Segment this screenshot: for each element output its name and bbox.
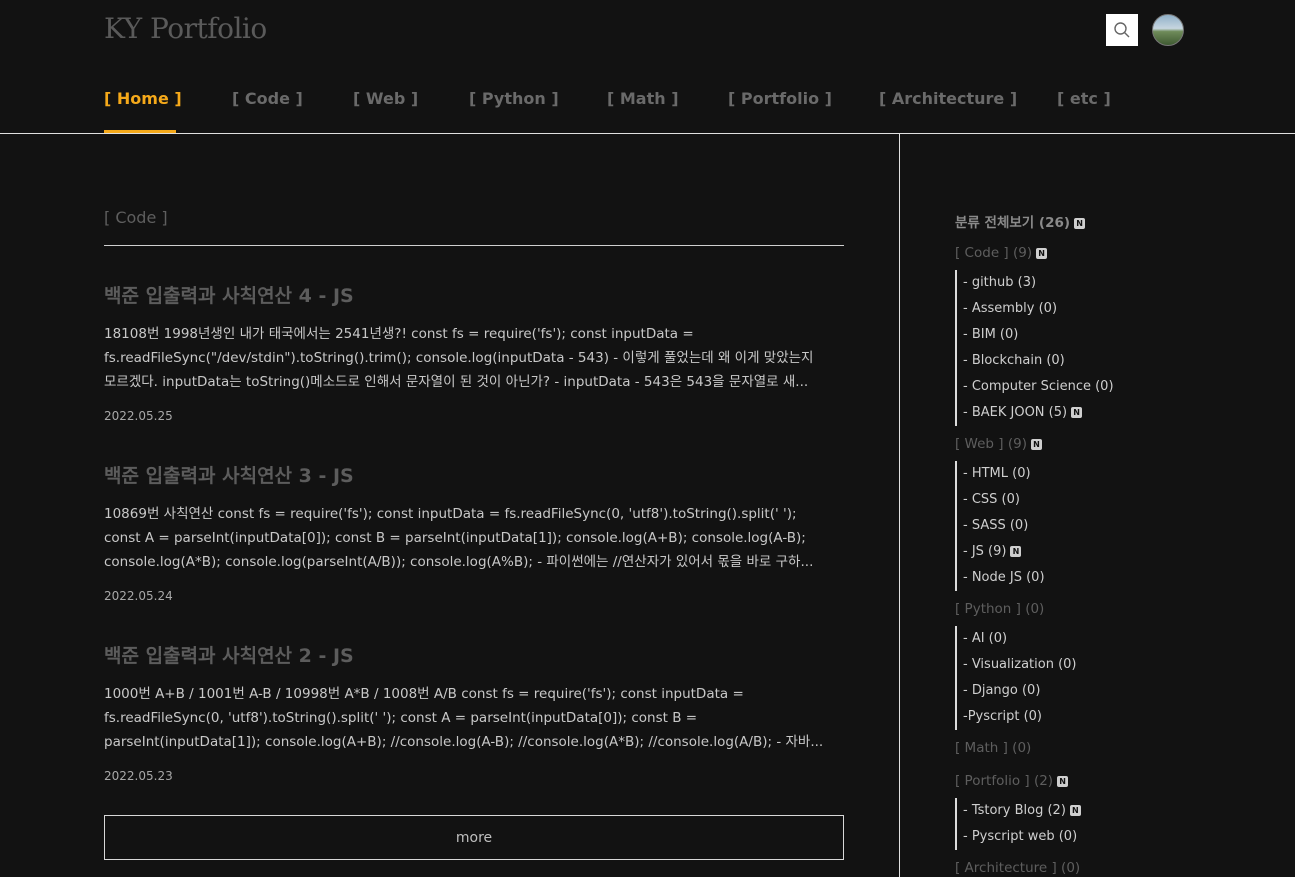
new-badge: N bbox=[1057, 775, 1069, 787]
subcategory-css[interactable]: - CSS (0) bbox=[963, 487, 1045, 513]
subcategory-assembly[interactable]: - Assembly (0) bbox=[963, 296, 1114, 322]
category-code[interactable]: [ Code ] (9) N bbox=[955, 245, 1048, 261]
subcategory-sass[interactable]: - SASS (0) bbox=[963, 513, 1045, 539]
main-nav: [ Home ] [ Code ] [ Web ] [ Python ] [ M… bbox=[0, 0, 1295, 134]
new-badge: N bbox=[1074, 217, 1086, 229]
category-label: [ Web ] (9) bbox=[955, 436, 1027, 452]
nav-math[interactable]: [ Math ] bbox=[607, 89, 679, 134]
new-badge: N bbox=[1069, 805, 1081, 816]
post-date: 2022.05.23 bbox=[104, 769, 173, 783]
post-item: 백준 입출력과 사칙연산 2 - JS 1000번 A+B / 1001번 A-… bbox=[104, 642, 824, 783]
subcategory-visualization[interactable]: - Visualization (0) bbox=[963, 652, 1076, 678]
nav-web[interactable]: [ Web ] bbox=[353, 89, 418, 134]
post-item: 백준 입출력과 사칙연산 4 - JS 18108번 1998년생인 내가 태국… bbox=[104, 282, 824, 423]
category-python[interactable]: [ Python ] (0) bbox=[955, 601, 1044, 617]
category-math[interactable]: [ Math ] (0) bbox=[955, 740, 1031, 756]
subcategory-tstory-blog[interactable]: - Tstory Blog (2) N bbox=[963, 798, 1081, 824]
new-badge: N bbox=[1036, 247, 1048, 259]
new-badge: N bbox=[1010, 546, 1022, 557]
post-title[interactable]: 백준 입출력과 사칙연산 4 - JS bbox=[104, 282, 824, 310]
post-item: 백준 입출력과 사칙연산 3 - JS 10869번 사칙연산 const fs… bbox=[104, 462, 824, 603]
subcategory-label: - Tstory Blog (2) bbox=[963, 803, 1066, 818]
category-label: [ Python ] (0) bbox=[955, 601, 1045, 617]
category-label: [ Architecture ] (0) bbox=[955, 860, 1081, 876]
category-label: [ Math ] (0) bbox=[955, 740, 1032, 756]
subcategory-bim[interactable]: - BIM (0) bbox=[963, 322, 1114, 348]
post-date: 2022.05.25 bbox=[104, 409, 173, 423]
post-title[interactable]: 백준 입출력과 사칙연산 3 - JS bbox=[104, 462, 824, 490]
section-divider bbox=[104, 245, 844, 246]
subcategory-github[interactable]: - github (3) bbox=[963, 270, 1114, 296]
nav-etc[interactable]: [ etc ] bbox=[1057, 89, 1111, 134]
subcategory-pyscript-web[interactable]: - Pyscript web (0) bbox=[963, 824, 1081, 850]
category-portfolio[interactable]: [ Portfolio ] (2) N bbox=[955, 773, 1069, 789]
post-excerpt[interactable]: 18108번 1998년생인 내가 태국에서는 2541년생?! const f… bbox=[104, 322, 824, 394]
subcategory-list: - HTML (0) - CSS (0) - SASS (0) - JS (9)… bbox=[955, 461, 1045, 591]
subcategory-pyscript[interactable]: -Pyscript (0) bbox=[963, 704, 1076, 730]
category-web[interactable]: [ Web ] (9) N bbox=[955, 436, 1042, 452]
new-badge: N bbox=[1030, 438, 1042, 450]
sidebar-divider bbox=[899, 134, 900, 877]
nav-python[interactable]: [ Python ] bbox=[469, 89, 559, 134]
nav-home[interactable]: [ Home ] bbox=[104, 89, 182, 134]
subcategory-list: - AI (0) - Visualization (0) - Django (0… bbox=[955, 626, 1076, 730]
category-all-label: 분류 전체보기 (26) bbox=[955, 215, 1071, 231]
section-title[interactable]: [ Code ] bbox=[104, 208, 168, 227]
subcategory-label: - JS (9) bbox=[963, 544, 1007, 559]
subcategory-django[interactable]: - Django (0) bbox=[963, 678, 1076, 704]
post-date: 2022.05.24 bbox=[104, 589, 173, 603]
subcategory-html[interactable]: - HTML (0) bbox=[963, 461, 1045, 487]
nav-portfolio[interactable]: [ Portfolio ] bbox=[728, 89, 832, 134]
subcategory-computer-science[interactable]: - Computer Science (0) bbox=[963, 374, 1114, 400]
post-title[interactable]: 백준 입출력과 사칙연산 2 - JS bbox=[104, 642, 824, 670]
subcategory-ai[interactable]: - AI (0) bbox=[963, 626, 1076, 652]
post-excerpt[interactable]: 10869번 사칙연산 const fs = require('fs'); co… bbox=[104, 502, 824, 574]
subcategory-node-js[interactable]: - Node JS (0) bbox=[963, 565, 1045, 591]
new-badge: N bbox=[1071, 407, 1083, 418]
post-excerpt[interactable]: 1000번 A+B / 1001번 A-B / 10998번 A*B / 100… bbox=[104, 682, 824, 754]
subcategory-label: - BAEK JOON (5) bbox=[963, 405, 1068, 420]
nav-code[interactable]: [ Code ] bbox=[232, 89, 303, 134]
category-label: [ Code ] (9) bbox=[955, 245, 1033, 261]
category-all[interactable]: 분류 전체보기 (26) N bbox=[955, 211, 1086, 231]
subcategory-list: - Tstory Blog (2) N - Pyscript web (0) bbox=[955, 798, 1081, 850]
subcategory-blockchain[interactable]: - Blockchain (0) bbox=[963, 348, 1114, 374]
more-button[interactable]: more bbox=[104, 815, 844, 860]
subcategory-list: - github (3) - Assembly (0) - BIM (0) - … bbox=[955, 270, 1114, 426]
category-label: [ Portfolio ] (2) bbox=[955, 773, 1054, 789]
header-divider bbox=[0, 133, 1295, 134]
nav-architecture[interactable]: [ Architecture ] bbox=[879, 89, 1017, 134]
subcategory-baek-joon[interactable]: - BAEK JOON (5) N bbox=[963, 400, 1114, 426]
category-architecture[interactable]: [ Architecture ] (0) bbox=[955, 860, 1080, 876]
subcategory-js[interactable]: - JS (9) N bbox=[963, 539, 1045, 565]
